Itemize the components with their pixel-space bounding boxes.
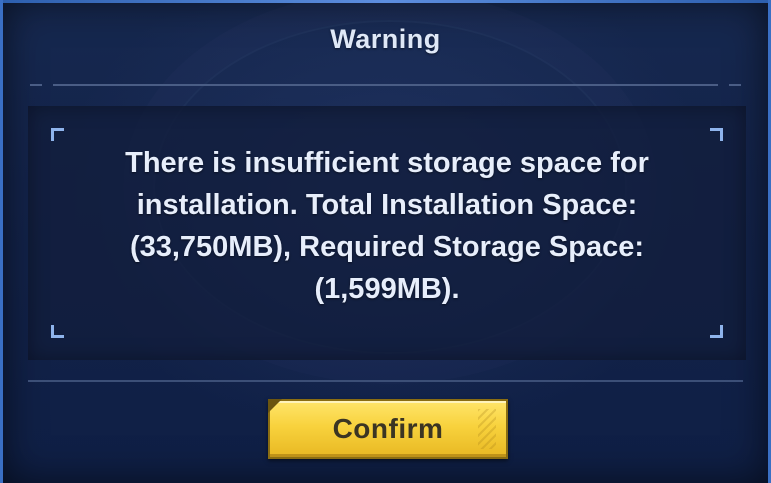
dialog-message: There is insufficient storage space for … [125, 147, 649, 305]
corner-bracket-bottom-right [710, 325, 723, 338]
title-divider [53, 84, 718, 86]
warning-dialog: Warning There is insufficient storage sp… [0, 0, 771, 483]
confirm-button-label: Confirm [332, 413, 444, 444]
divider-tick-left [30, 84, 42, 86]
corner-bracket-bottom-left [51, 325, 64, 338]
corner-bracket-top-left [51, 128, 64, 141]
message-panel: There is insufficient storage space for … [28, 106, 746, 360]
footer-divider [28, 380, 743, 382]
corner-bracket-top-right [710, 128, 723, 141]
divider-tick-right [729, 84, 741, 86]
dialog-title: Warning [330, 24, 441, 54]
confirm-button[interactable]: Confirm [268, 399, 508, 459]
